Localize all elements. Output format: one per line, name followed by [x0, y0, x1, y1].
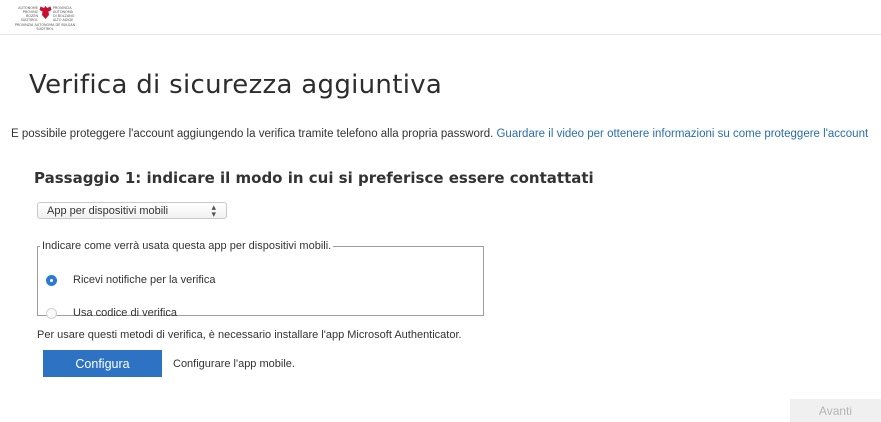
video-help-link[interactable]: Guardare il video per ottenere informazi…: [496, 128, 868, 140]
options-legend: Indicare come verrà usata questa app per…: [42, 240, 332, 252]
intro-paragraph: È possibile proteggere l'account aggiung…: [11, 128, 881, 140]
updown-chevron-icon: ▴ ▾: [211, 202, 216, 219]
app-usage-options: Indicare come verrà usata questa app per…: [37, 240, 484, 319]
option-verification-code-label: Usa codice di verifica: [73, 307, 177, 319]
next-button[interactable]: Avanti: [790, 399, 881, 422]
step-title: Passaggio 1: indicare il modo in cui si …: [34, 169, 594, 187]
logo-text-ladin: PROVINZIA AUTONOMA DE BULSAN SÜDTIROL: [14, 23, 76, 31]
logo-text-german: AUTONOME PROVINZ BOZEN SÜDTIROL: [18, 6, 38, 22]
radio-verification-code[interactable]: [46, 307, 57, 319]
radio-notifications[interactable]: [46, 274, 57, 286]
page: AUTONOME PROVINZ BOZEN SÜDTIROL PROVINCI…: [0, 0, 881, 422]
configure-button[interactable]: Configura: [43, 350, 162, 377]
header-bar: AUTONOME PROVINZ BOZEN SÜDTIROL PROVINCI…: [0, 0, 881, 35]
tyrolean-eagle-icon: [39, 6, 52, 19]
install-note: Per usare questi metodi di verifica, è n…: [37, 329, 462, 341]
configure-hint: Configurare l'app mobile.: [173, 358, 295, 370]
intro-text: È possibile proteggere l'account aggiung…: [11, 128, 497, 140]
page-title: Verifica di sicurezza aggiuntiva: [29, 70, 443, 100]
option-notifications[interactable]: Ricevi notifiche per la verifica: [46, 274, 215, 286]
contact-method-select[interactable]: App per dispositivi mobili ▴ ▾: [37, 202, 227, 219]
option-notifications-label: Ricevi notifiche per la verifica: [73, 274, 216, 286]
province-logo: AUTONOME PROVINZ BOZEN SÜDTIROL PROVINCI…: [8, 5, 86, 31]
option-verification-code[interactable]: Usa codice di verifica: [46, 307, 177, 319]
contact-method-selected: App per dispositivi mobili: [47, 205, 169, 217]
logo-text-italian: PROVINCIA AUTONOMA DI BOLZANO ALTO ADIGE: [53, 6, 75, 22]
